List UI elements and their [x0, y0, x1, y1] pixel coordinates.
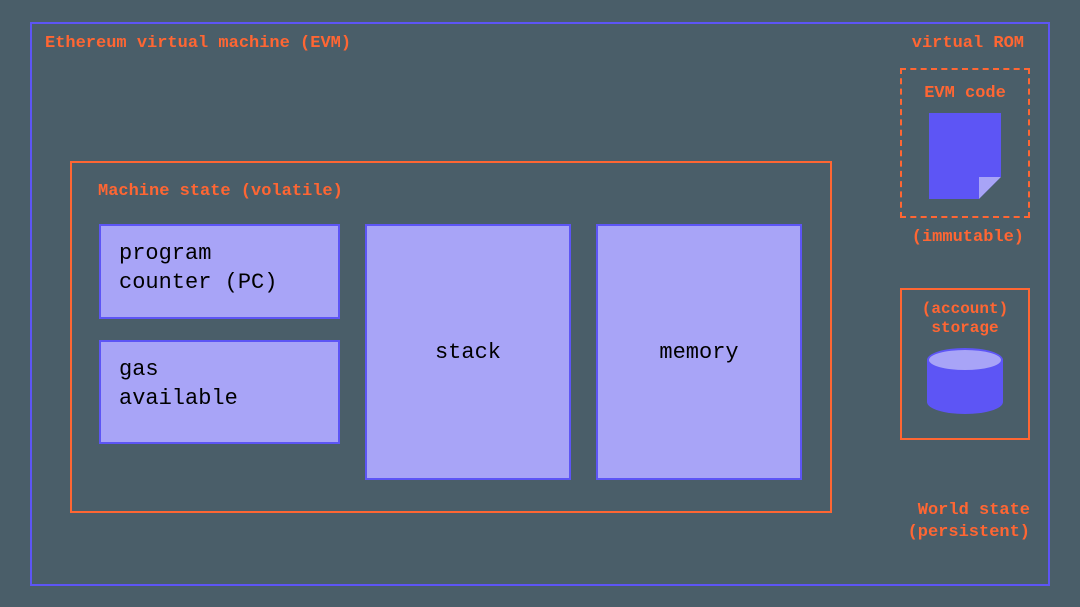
memory-label: memory	[659, 340, 738, 365]
evm-code-box: EVM code	[900, 68, 1030, 218]
stack-box: stack	[365, 224, 571, 480]
storage-box: (account) storage	[900, 288, 1030, 440]
world-state-label: World state (persistent)	[908, 500, 1030, 544]
evm-title: Ethereum virtual machine (EVM)	[45, 34, 351, 53]
program-counter-box: program counter (PC)	[99, 224, 340, 319]
memory-box: memory	[596, 224, 802, 480]
storage-label: (account) storage	[922, 300, 1008, 338]
document-icon	[929, 113, 1001, 199]
evm-code-label: EVM code	[924, 84, 1006, 103]
database-cylinder-icon	[927, 348, 1003, 414]
program-counter-label: program counter (PC)	[119, 241, 277, 295]
immutable-label: (immutable)	[912, 228, 1024, 247]
gas-available-box: gas available	[99, 340, 340, 444]
stack-label: stack	[435, 340, 501, 365]
virtual-rom-label: virtual ROM	[912, 34, 1024, 53]
machine-state-title: Machine state (volatile)	[98, 182, 343, 201]
gas-available-label: gas available	[119, 357, 238, 411]
